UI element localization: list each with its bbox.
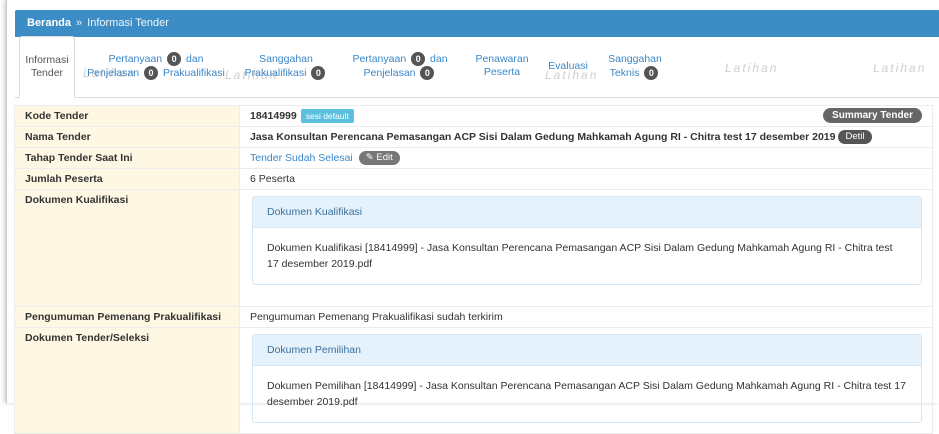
tab-label: Pertanyaan — [352, 52, 407, 65]
row-label: Dokumen Tender/Seleksi — [14, 327, 240, 434]
table-row: Dokumen Kualifikasi Dokumen Kualifikasi … — [14, 189, 933, 307]
row-value: Jasa Konsultan Perencana Pemasangan ACP … — [239, 126, 933, 148]
tab-label: Penjelasan — [363, 66, 416, 79]
tab-sanggahan-teknis[interactable]: Sanggahan Teknis 0 — [597, 37, 673, 95]
panel-title: Dokumen Pemilihan — [253, 335, 921, 366]
breadcrumb-current: Informasi Tender — [87, 17, 169, 29]
breadcrumb-home[interactable]: Beranda — [27, 17, 71, 29]
breadcrumb-separator: » — [76, 17, 83, 29]
count-badge: 0 — [311, 65, 326, 80]
row-value: 18414999 sesi default Summary Tender — [239, 105, 933, 127]
tab-label: Penawaran — [475, 53, 529, 65]
tab-label: Teknis — [609, 66, 640, 79]
tender-info-table: Kode Tender 18414999 sesi default Summary… — [14, 105, 933, 434]
row-value: Dokumen Kualifikasi Dokumen Kualifikasi … — [239, 189, 933, 307]
dokumen-kualifikasi-panel: Dokumen Kualifikasi Dokumen Kualifikasi … — [252, 196, 922, 285]
tab-label: dan — [430, 52, 448, 65]
tab-label: Informasi — [25, 54, 69, 66]
tab-evaluasi[interactable]: Evaluasi — [543, 37, 593, 95]
tab-label: Prakualifikasi — [244, 66, 307, 79]
table-row: Tahap Tender Saat Ini Tender Sudah Seles… — [14, 147, 933, 169]
tab-penawaran-peserta[interactable]: Penawaran Peserta — [467, 37, 537, 95]
tab-label: Tender — [30, 67, 64, 79]
summary-tender-button[interactable]: Summary Tender — [823, 108, 922, 123]
edit-icon: ✎ — [365, 152, 374, 164]
tahap-tender-link[interactable]: Tender Sudah Selesai — [250, 152, 353, 164]
count-badge: 0 — [644, 65, 659, 80]
row-label: Kode Tender — [14, 105, 240, 127]
row-label: Nama Tender — [14, 126, 240, 148]
count-badge: 0 — [411, 52, 426, 66]
session-badge: sesi default — [300, 109, 354, 124]
kode-tender-value: 18414999 — [250, 110, 297, 122]
table-row: Pengumuman Pemenang Prakualifikasi Pengu… — [14, 306, 933, 328]
tab-label: Evaluasi — [548, 59, 588, 72]
tab-label: Sanggahan — [259, 52, 313, 65]
tab-sanggahan-prakualifikasi[interactable]: Sanggahan Prakualifikasi 0 — [241, 37, 331, 95]
breadcrumb: Beranda » Informasi Tender — [15, 10, 939, 37]
table-row: Jumlah Peserta 6 Peserta — [14, 168, 933, 190]
row-value: Dokumen Pemilihan Dokumen Pemilihan [184… — [239, 327, 933, 434]
count-badge: 0 — [420, 66, 435, 80]
dokumen-pemilihan-panel: Dokumen Pemilihan Dokumen Pemilihan [184… — [252, 334, 922, 423]
tab-label: Sanggahan — [608, 52, 662, 65]
table-row: Nama Tender Jasa Konsultan Perencana Pem… — [14, 126, 933, 148]
table-row: Dokumen Tender/Seleksi Dokumen Pemilihan… — [14, 327, 933, 434]
watermark: Latihan — [873, 61, 927, 75]
tab-informasi-tender[interactable]: Informasi Tender — [19, 36, 75, 98]
watermark: Latihan — [725, 61, 779, 75]
tab-label: Pertanyaan — [108, 52, 163, 65]
dokumen-pemilihan-file[interactable]: Dokumen Pemilihan [18414999] - Jasa Kons… — [253, 366, 921, 422]
count-badge: 0 — [144, 66, 159, 80]
panel-title: Dokumen Kualifikasi — [253, 197, 921, 228]
detil-button[interactable]: Detil — [838, 130, 872, 145]
row-label: Jumlah Peserta — [14, 168, 240, 190]
nama-tender-value: Jasa Konsultan Perencana Pemasangan ACP … — [250, 131, 836, 143]
tab-label: Peserta — [483, 66, 521, 78]
count-badge: 0 — [167, 52, 182, 66]
edit-button[interactable]: ✎ Edit — [358, 151, 400, 166]
tab-label: Penjelasan — [87, 66, 140, 79]
row-label: Dokumen Kualifikasi — [14, 189, 240, 307]
pengumuman-value: Pengumuman Pemenang Prakualifikasi sudah… — [239, 306, 933, 328]
tab-bar: Latihan Latihan Latihan Latihan Latihan … — [15, 36, 939, 98]
jumlah-peserta-value: 6 Peserta — [239, 168, 933, 190]
edit-button-label: Edit — [376, 152, 393, 164]
tab-pertanyaan-prakualifikasi[interactable]: Pertanyaan 0 dan Penjelasan 0 Prakualifi… — [81, 37, 231, 95]
tab-label: dan — [186, 52, 204, 65]
row-label: Tahap Tender Saat Ini — [14, 147, 240, 169]
table-row: Kode Tender 18414999 sesi default Summary… — [14, 105, 933, 127]
tab-pertanyaan-penjelasan[interactable]: Pertanyaan 0 dan Penjelasan 0 — [345, 37, 455, 95]
tab-label: Prakualifikasi — [162, 66, 225, 79]
dokumen-kualifikasi-file[interactable]: Dokumen Kualifikasi [18414999] - Jasa Ko… — [253, 228, 921, 284]
row-label: Pengumuman Pemenang Prakualifikasi — [14, 306, 240, 328]
row-value: Tender Sudah Selesai ✎ Edit — [239, 147, 933, 169]
